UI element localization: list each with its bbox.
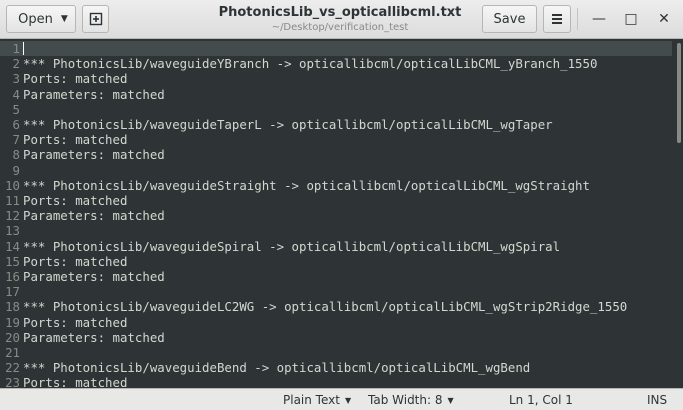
save-button[interactable]: Save: [482, 5, 537, 33]
line-number: 20: [5, 329, 20, 345]
line-number: 23: [5, 375, 20, 388]
new-tab-button[interactable]: [82, 5, 109, 33]
line-number: 4: [12, 86, 20, 102]
line-number: 12: [5, 208, 20, 224]
line-number: 5: [12, 101, 20, 117]
editor-line[interactable]: 12 Parameters: matched: [0, 208, 672, 223]
line-text: *** PhotonicsLib/waveguideStraight -> op…: [23, 177, 590, 193]
line-number: 18: [5, 299, 20, 315]
editor-line[interactable]: 20 Parameters: matched: [0, 330, 672, 345]
line-text: Parameters: matched: [23, 147, 165, 163]
open-button[interactable]: Open ▼: [6, 5, 76, 33]
line-number: 2: [12, 56, 20, 72]
line-text: *** PhotonicsLib/waveguideYBranch -> opt…: [23, 56, 598, 72]
header-bar: Open ▼ PhotonicsLib_vs_opticallibcml.txt…: [0, 0, 683, 39]
new-document-icon: [89, 12, 102, 26]
line-text: Ports: matched: [23, 71, 128, 87]
editor-line[interactable]: 5: [0, 102, 672, 117]
line-text: Ports: matched: [23, 193, 128, 208]
editor-line[interactable]: 7 Ports: matched: [0, 132, 672, 147]
editor-line[interactable]: 16 Parameters: matched: [0, 269, 672, 284]
line-number: 11: [5, 193, 20, 208]
line-text: Ports: matched: [23, 375, 128, 388]
line-number: 17: [5, 284, 20, 300]
line-text: Parameters: matched: [23, 269, 165, 284]
line-text: *** PhotonicsLib/waveguideSpiral -> opti…: [23, 238, 561, 254]
line-text: Ports: matched: [23, 314, 128, 330]
editor-line[interactable]: 15 Ports: matched: [0, 254, 672, 269]
line-number: 21: [5, 345, 20, 360]
status-bar: Plain Text ▼ Tab Width: 8 ▼ Ln 1, Col 1 IN…: [0, 388, 683, 410]
text-cursor: [23, 42, 24, 55]
line-number: 13: [5, 223, 20, 239]
line-number: 19: [5, 314, 20, 330]
editor-line[interactable]: 3 Ports: matched: [0, 71, 672, 86]
line-text: Ports: matched: [23, 253, 128, 269]
editor-line[interactable]: 21: [0, 345, 672, 360]
line-number: 16: [5, 269, 20, 284]
text-editor[interactable]: 23 Ports: matched 22 *** PhotonicsLib/waveg…: [0, 39, 683, 388]
line-text: Parameters: matched: [23, 329, 165, 345]
title-block: PhotonicsLib_vs_opticallibcml.txt ~/Desk…: [200, 5, 480, 33]
language-selector[interactable]: Plain Text ▼: [283, 393, 351, 407]
editor-line[interactable]: 19 Ports: matched: [0, 315, 672, 330]
line-text: *** PhotonicsLib/waveguideTaperL -> opti…: [23, 117, 553, 132]
line-number: 9: [12, 162, 20, 178]
window-title: PhotonicsLib_vs_opticallibcml.txt: [218, 5, 462, 20]
cursor-position: Ln 1, Col 1: [509, 393, 573, 407]
tab-width-selector[interactable]: Tab Width: 8 ▼: [368, 393, 454, 407]
editor-line[interactable]: 22 *** PhotonicsLib/waveguideBend -> opti…: [0, 360, 672, 375]
editor-line[interactable]: 11 Ports: matched: [0, 193, 672, 208]
line-number: 22: [5, 360, 20, 376]
header-separator: [577, 8, 578, 30]
editor-line[interactable]: 13: [0, 223, 672, 238]
tab-width-dropdown-icon: ▼: [447, 396, 454, 405]
line-number: 15: [5, 253, 20, 269]
tab-width-label: Tab Width: 8: [368, 393, 443, 407]
editor-line[interactable]: 1: [0, 41, 672, 57]
editor-line[interactable]: 6 *** PhotonicsLib/waveguideTaperL -> opt…: [0, 117, 672, 132]
hamburger-icon: [552, 12, 562, 26]
editor-line[interactable]: 18 *** PhotonicsLib/waveguideLC2WG -> opt…: [0, 299, 672, 314]
editor-line[interactable]: 14 *** PhotonicsLib/waveguideSpiral -> op…: [0, 239, 672, 254]
editor-line[interactable]: 8 Parameters: matched: [0, 147, 672, 162]
line-number: 3: [12, 71, 20, 87]
language-label: Plain Text: [283, 393, 340, 407]
line-number: 14: [5, 238, 20, 254]
editor-line[interactable]: 2 *** PhotonicsLib/waveguideYBranch -> op…: [0, 56, 672, 71]
line-number: 7: [12, 132, 20, 148]
line-number: 10: [5, 177, 20, 193]
line-number: 1: [12, 41, 20, 56]
minimize-icon[interactable]: —: [589, 10, 609, 28]
close-icon[interactable]: ✕: [654, 10, 674, 28]
window-subtitle: ~/Desktop/verification_test: [271, 22, 409, 33]
editor-line[interactable]: 17: [0, 284, 672, 299]
open-dropdown-icon: ▼: [60, 14, 68, 24]
insert-mode-indicator: INS: [647, 393, 668, 407]
menu-button[interactable]: [543, 5, 571, 33]
language-dropdown-icon: ▼: [344, 396, 352, 405]
line-number: 6: [12, 117, 20, 132]
editor-line[interactable]: 9: [0, 163, 672, 178]
line-text: Parameters: matched: [23, 86, 165, 102]
editor-line[interactable]: 4 Parameters: matched: [0, 87, 672, 102]
open-button-label: Open: [18, 11, 53, 27]
editor-line[interactable]: 10 *** PhotonicsLib/waveguideStraight -> …: [0, 178, 672, 193]
editor-line[interactable]: 23 Ports: matched: [0, 375, 672, 388]
line-text: Parameters: matched: [23, 208, 165, 224]
vertical-scrollbar[interactable]: [677, 43, 681, 143]
line-text: *** PhotonicsLib/waveguideLC2WG -> optic…: [23, 299, 628, 315]
line-text: *** PhotonicsLib/waveguideBend -> optica…: [23, 360, 531, 376]
maximize-icon[interactable]: □: [621, 10, 641, 28]
line-number: 8: [12, 147, 20, 163]
line-text: Ports: matched: [23, 132, 128, 148]
